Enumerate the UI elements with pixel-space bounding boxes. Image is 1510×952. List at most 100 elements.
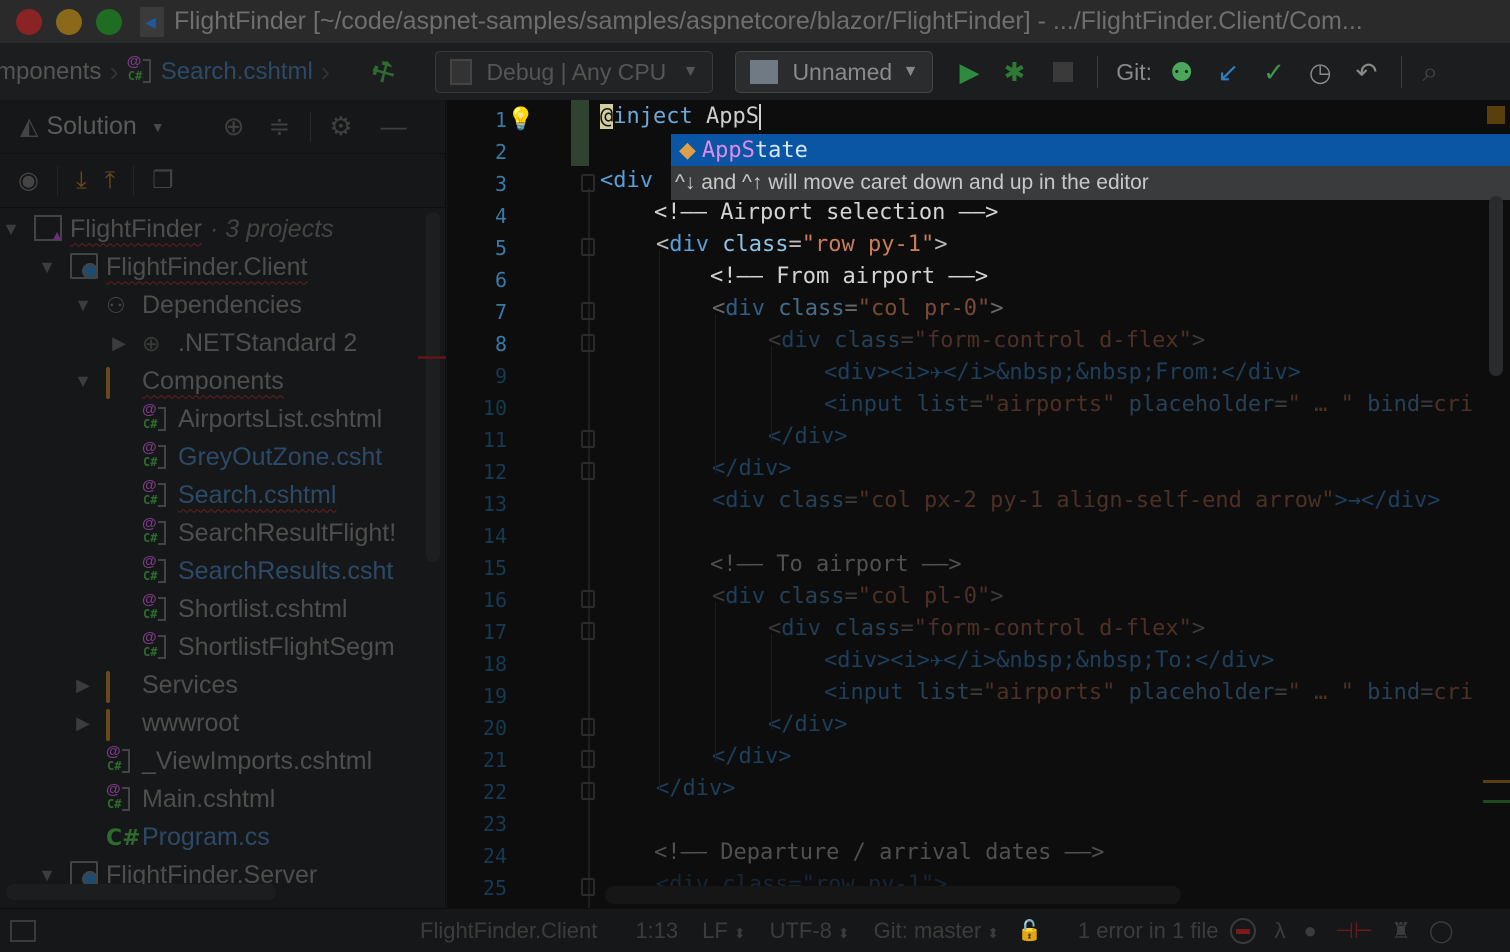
tree-item[interactable]: @ C# AirportsList.cshtml [0, 400, 420, 438]
line-number[interactable]: 6 [447, 268, 507, 292]
change-stripe-marker[interactable] [1483, 800, 1510, 803]
line-number[interactable]: 15 [447, 556, 507, 580]
tree-item[interactable]: @ C# GreyOutZone.csht [0, 438, 420, 476]
fold-marker-icon[interactable] [581, 622, 595, 640]
expand-arrow-icon[interactable]: ▼ [72, 371, 94, 392]
solution-dropdown[interactable]: Solution [46, 112, 136, 141]
expand-arrow-icon[interactable]: ▼ [72, 295, 94, 316]
git-revert-icon[interactable]: ↶ [1356, 57, 1378, 88]
inspector-icon[interactable]: ♜ [1391, 918, 1411, 944]
git-history-icon[interactable]: ◷ [1309, 57, 1332, 88]
fold-marker-icon[interactable] [581, 462, 595, 480]
editor-vertical-scrollbar[interactable] [1489, 196, 1503, 376]
tree-item[interactable]: ▼ ⚇ Dependencies [0, 286, 420, 324]
solution-horizontal-scrollbar[interactable] [6, 884, 276, 900]
locate-icon[interactable]: ⊕ [223, 111, 245, 142]
line-number[interactable]: 20 [447, 716, 507, 740]
maximize-window-button[interactable] [96, 8, 122, 35]
code-editor[interactable]: 💡 1 2 3 4 5 6 7 8 9 10 11 12 13 14 15 16 17 18 19 20 21 22 23 2… [447, 100, 1510, 908]
expand-arrow-icon[interactable]: ▼ [36, 257, 58, 278]
status-line-ending[interactable]: LF ⬍ [702, 918, 745, 944]
code-line-17[interactable]: <div class="form-control d-flex"> [768, 616, 1205, 641]
code-line-20[interactable]: </div> [768, 712, 847, 737]
code-line-24[interactable]: <!—— Departure / arrival dates ——> [654, 840, 1104, 865]
debug-icon[interactable]: ✱ [1003, 57, 1025, 88]
code-line-18[interactable]: <div><i>✈</i>&nbsp;&nbsp;To:</div> [824, 648, 1274, 673]
fold-marker-icon[interactable] [581, 718, 595, 736]
code-line-9[interactable]: <div><i>✈</i>&nbsp;&nbsp;From:</div> [824, 360, 1301, 385]
editor-horizontal-scrollbar[interactable] [605, 886, 1181, 904]
warning-marker[interactable] [1483, 780, 1510, 783]
code-line-7[interactable]: <div class="col pr-0"> [712, 296, 1003, 321]
code-line-15[interactable]: <!—— To airport ——> [710, 552, 962, 577]
tree-item[interactable]: ▶ wwwroot [0, 704, 420, 742]
code-line-3[interactable]: <div [600, 168, 653, 193]
tree-item[interactable]: ▼ Components [0, 362, 420, 400]
code-line-6[interactable]: <!—— From airport ——> [710, 264, 988, 289]
line-number[interactable]: 22 [447, 780, 507, 804]
tree-item[interactable]: ▶ Services [0, 666, 420, 704]
line-number[interactable]: 4 [447, 204, 507, 228]
status-circle-icon[interactable]: ● [1303, 918, 1316, 944]
code-line-19[interactable]: <input list="airports" placeholder=" … "… [824, 680, 1473, 705]
status-errors[interactable]: 1 error in 1 file [1078, 918, 1219, 944]
tree-item[interactable]: ▶ ⊕ .NETStandard 2 [0, 324, 420, 362]
minimize-panel-icon[interactable]: — [381, 111, 407, 142]
code-line-12[interactable]: </div> [712, 456, 791, 481]
code-line-16[interactable]: <div class="col pl-0"> [712, 584, 1003, 609]
status-encoding[interactable]: UTF-8 ⬍ [770, 918, 850, 944]
disconnect-icon[interactable]: ⊣⊢ [1335, 918, 1373, 944]
line-number[interactable]: 23 [447, 812, 507, 836]
search-icon[interactable]: ⌕ [1422, 56, 1438, 89]
line-number[interactable]: 12 [447, 460, 507, 484]
completion-item-appstate[interactable]: ◆ AppState [671, 134, 1510, 166]
solution-vertical-scrollbar[interactable] [426, 212, 440, 562]
line-number[interactable]: 13 [447, 492, 507, 516]
error-indicator-icon[interactable] [1230, 917, 1257, 944]
line-number[interactable]: 24 [447, 844, 507, 868]
lambda-icon[interactable]: λ [1274, 918, 1285, 944]
lock-icon[interactable]: 🔓 [1017, 918, 1042, 943]
code-line-4[interactable]: <!—— Airport selection ——> [654, 200, 998, 225]
line-number[interactable]: 10 [447, 396, 507, 420]
close-window-button[interactable] [16, 8, 42, 35]
line-number[interactable]: 2 [447, 140, 507, 164]
download-icon[interactable]: ⤓ [76, 167, 87, 195]
code-line-5[interactable]: <div class="row py-1"> [656, 232, 947, 257]
tree-item[interactable]: @ C# ShortlistFlightSegm [0, 628, 420, 666]
expand-arrow-icon[interactable]: ▼ [36, 865, 58, 886]
line-number[interactable]: 11 [447, 428, 507, 452]
toggle-panels-icon[interactable] [10, 919, 36, 942]
breadcrumb-item-components[interactable]: mponents [0, 58, 101, 86]
fold-marker-icon[interactable] [581, 590, 595, 608]
line-number[interactable]: 3 [447, 172, 507, 196]
collapse-arrow-icon[interactable]: ▶ [72, 713, 94, 734]
breadcrumb-item-search[interactable]: Search.cshtml [161, 58, 313, 86]
fold-marker-icon[interactable] [581, 750, 595, 768]
collapse-arrow-icon[interactable]: ▶ [72, 675, 94, 696]
tree-item[interactable]: ▼ FlightFinder · 3 projects [0, 210, 420, 248]
minimize-window-button[interactable] [56, 8, 82, 35]
fold-marker-icon[interactable] [581, 782, 595, 800]
tree-item[interactable]: @ C# SearchResults.csht [0, 552, 420, 590]
line-number[interactable]: 9 [447, 364, 507, 388]
line-number[interactable]: 18 [447, 652, 507, 676]
tree-item[interactable]: @ C# Main.cshtml [0, 780, 420, 818]
status-project[interactable]: FlightFinder.Client [420, 918, 597, 944]
tree-item[interactable]: @ C# SearchResultFlight! [0, 514, 420, 552]
copy-icon[interactable]: ❐ [152, 166, 174, 195]
tree-item[interactable]: @ C# Search.cshtml [0, 476, 420, 514]
run-icon[interactable]: ▶ [959, 57, 979, 88]
tree-item[interactable]: C# Program.cs [0, 818, 420, 856]
code-line-1[interactable]: @inject AppS [600, 104, 761, 130]
code-line-13[interactable]: <div class="col px-2 py-1 align-self-end… [712, 488, 1441, 513]
hammer-icon[interactable]: ⚒ [366, 53, 402, 92]
tree-item[interactable]: ▼ FlightFinder.Client [0, 248, 420, 286]
line-number[interactable]: 17 [447, 620, 507, 644]
git-commit-icon[interactable]: ✓ [1263, 57, 1285, 88]
stop-icon[interactable] [1053, 62, 1074, 82]
expand-arrow-icon[interactable]: ▼ [0, 219, 22, 240]
fold-marker-icon[interactable] [581, 334, 595, 352]
tree-item[interactable]: @ C# _ViewImports.cshtml [0, 742, 420, 780]
run-config-select[interactable]: Unnamed ▼ [735, 51, 934, 93]
